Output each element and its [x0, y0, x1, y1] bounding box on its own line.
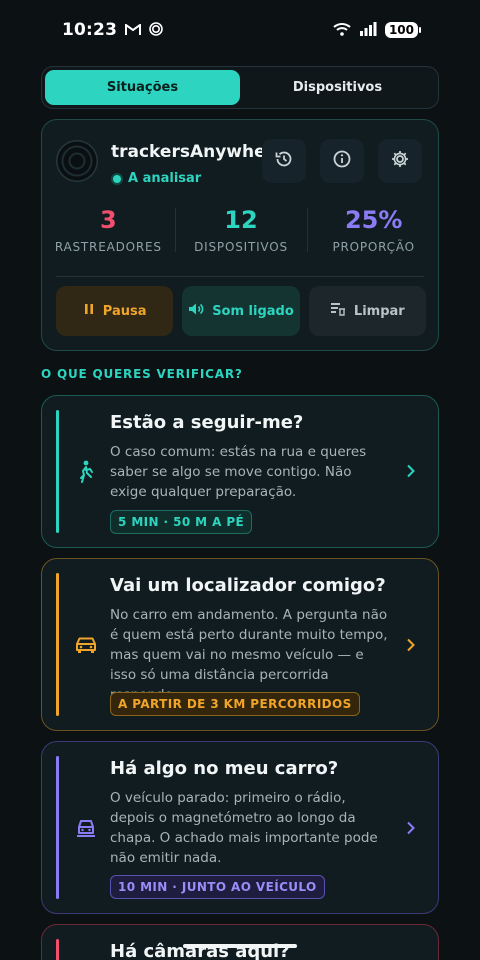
situation-description: O veículo parado: primeiro o rádio, depo…: [110, 790, 378, 866]
clear-all-icon: [330, 302, 346, 320]
situation-card-car[interactable]: Há algo no meu carro? O veículo parado: …: [41, 741, 439, 914]
situation-title: Estão a seguir-me?: [110, 412, 304, 433]
pause-button[interactable]: Pausa: [56, 286, 174, 336]
situation-title: Vai um localizador comigo?: [110, 575, 386, 596]
situation-title: Há algo no meu carro?: [110, 758, 339, 779]
settings-button[interactable]: [378, 139, 422, 183]
situation-card-locator[interactable]: Vai um localizador comigo? No carro em a…: [41, 558, 439, 731]
clear-label: Limpar: [353, 303, 405, 319]
signal-icon: [359, 21, 377, 40]
situation-card-following[interactable]: Estão a seguir-me? O caso comum: estás n…: [41, 395, 439, 548]
pause-icon: [83, 303, 95, 319]
wifi-icon: [333, 21, 351, 40]
car-icon: [74, 633, 98, 657]
info-button[interactable]: [320, 139, 364, 183]
chevron-right-icon: [404, 821, 418, 835]
tab-bar: Situações Dispositivos: [41, 66, 439, 109]
situation-description: O caso comum: estás na rua e queres sabe…: [110, 444, 367, 500]
status-bar: 10:23 100: [0, 0, 480, 60]
situation-tag: 10 MIN · JUNTO AO VEÍCULO: [110, 875, 325, 899]
info-icon: [332, 149, 352, 173]
scan-status: A analisar: [113, 171, 201, 186]
chevron-right-icon: [404, 638, 418, 652]
situation-tag: A PARTIR DE 3 KM PERCORRIDOS: [110, 692, 360, 716]
sync-icon: [149, 21, 163, 40]
gmail-icon: [125, 21, 142, 40]
settings-icon: [390, 149, 410, 173]
chevron-right-icon: [404, 464, 418, 478]
scan-status-label: A analisar: [128, 171, 202, 186]
stat-proportion: 25% PROPORÇÃO: [307, 204, 440, 266]
situation-accent-bar: [56, 756, 59, 899]
summary-divider: [56, 276, 424, 277]
stat-trackers: 3 RASTREADORES: [42, 204, 175, 266]
clear-button[interactable]: Limpar: [308, 286, 426, 336]
app-name: trackersAnywhere: [111, 142, 286, 162]
stat-devices: 12 DISPOSITIVOS: [174, 204, 308, 266]
parked-car-icon: [74, 816, 98, 840]
history-button[interactable]: [262, 139, 306, 183]
situation-tag: 5 MIN · 50 M A PÉ: [110, 510, 253, 534]
tab-dispositivos[interactable]: Dispositivos: [240, 70, 435, 105]
situation-accent-bar: [56, 939, 59, 960]
sound-label: Som ligado: [212, 303, 294, 319]
section-title: O QUE QUERES VERIFICAR?: [41, 367, 243, 381]
situation-description: No carro em andamento. A pergunta não é …: [110, 607, 388, 703]
app-logo: [56, 140, 98, 182]
home-indicator[interactable]: [183, 944, 297, 948]
status-time: 10:23: [62, 20, 118, 40]
summary-card: trackersAnywhere A analisar 3 RASTREADOR…: [41, 119, 439, 351]
situation-accent-bar: [56, 573, 59, 716]
stats-row: 3 RASTREADORES 12 DISPOSITIVOS 25% PROPO…: [42, 204, 440, 266]
history-icon: [274, 149, 294, 173]
situation-accent-bar: [56, 410, 59, 533]
stat-proportion-value: 25%: [344, 206, 403, 234]
stat-trackers-label: RASTREADORES: [54, 240, 162, 254]
walking-icon: [74, 460, 98, 484]
stat-trackers-value: 3: [99, 206, 117, 234]
pause-label: Pausa: [102, 303, 147, 319]
situation-card-cameras[interactable]: Há câmaras aqui?: [41, 924, 439, 960]
battery-indicator: 100: [384, 22, 422, 38]
actions-row: Pausa Som ligado Limpar: [56, 286, 426, 336]
stat-devices-label: DISPOSITIVOS: [194, 240, 288, 254]
stat-devices-value: 12: [224, 206, 258, 234]
sound-button[interactable]: Som ligado: [182, 286, 300, 336]
stat-proportion-label: PROPORÇÃO: [332, 240, 415, 254]
speaker-icon: [188, 302, 204, 320]
status-dot-icon: [113, 174, 121, 183]
tab-situacoes[interactable]: Situações: [45, 70, 240, 105]
